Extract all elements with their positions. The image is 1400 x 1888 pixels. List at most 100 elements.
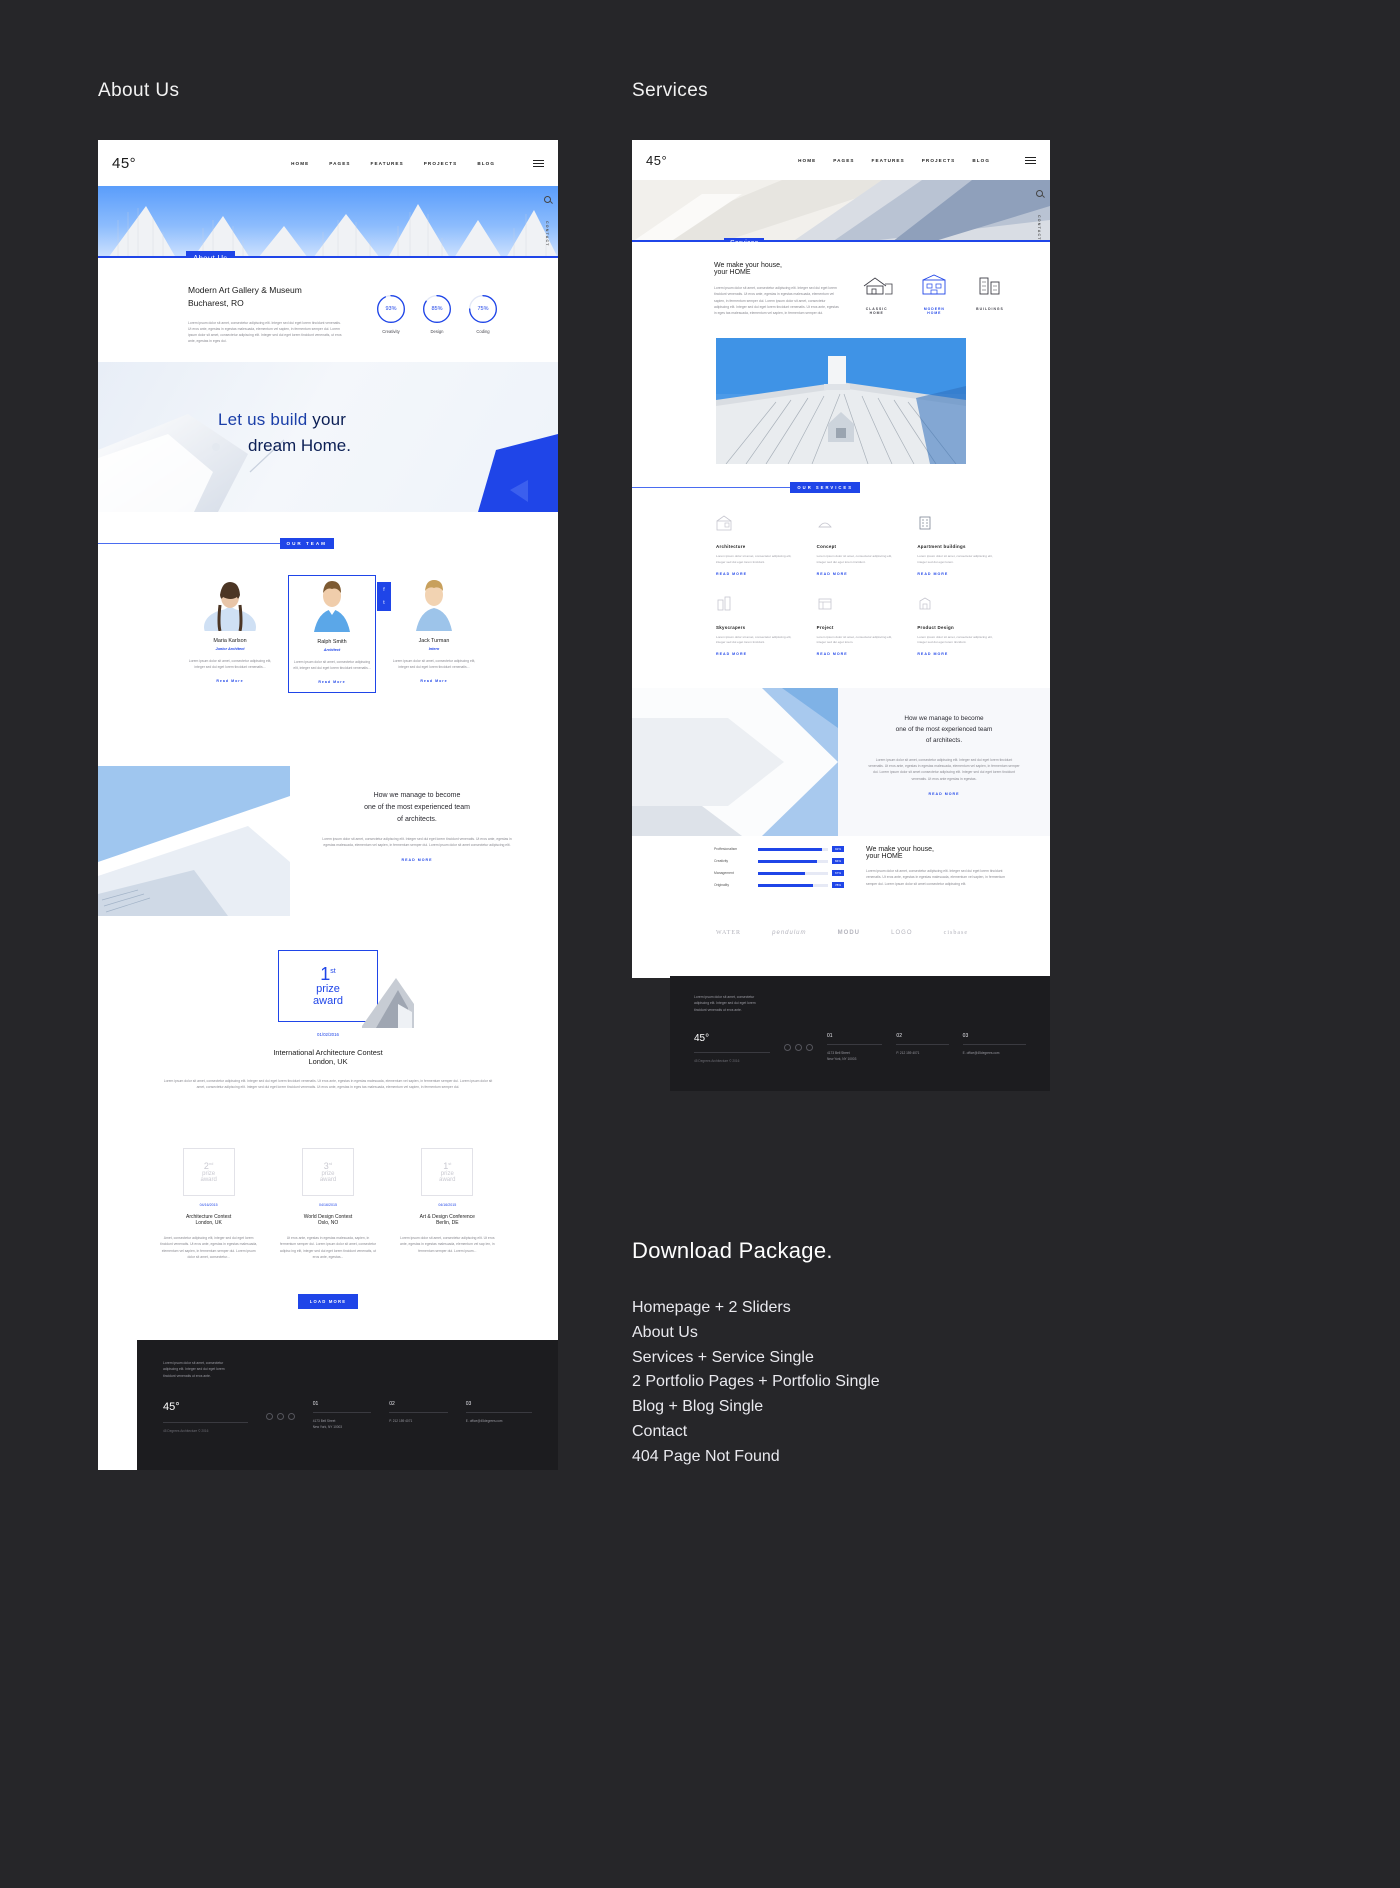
skill-value: 78% [831,882,844,888]
team-member-read-more[interactable]: Read More [291,680,373,684]
site-logo[interactable]: 45° [112,155,136,172]
home-type-label: MODERN HOME [923,307,945,315]
client-logo-generic[interactable]: LOGO [891,930,912,936]
service-card[interactable]: Product Design Lorem ipsum dolor sit ame… [917,596,1002,656]
nav-item-features[interactable]: FEATURES [872,158,905,163]
nav-item-blog[interactable]: BLOG [972,158,990,163]
email-prefix: E. [465,1419,469,1424]
manage-read-more[interactable]: READ MORE [316,858,518,862]
download-item[interactable]: About Us [632,1321,1132,1346]
side-rail-label[interactable]: CONTACT [545,221,549,247]
twitter-icon[interactable] [795,1044,802,1052]
facebook-icon[interactable]: f [383,587,384,593]
twitter-icon[interactable]: t [383,600,384,606]
download-item[interactable]: 2 Portfolio Pages + Portfolio Single [632,1370,1132,1395]
download-item[interactable]: Homepage + 2 Sliders [632,1296,1132,1321]
service-card[interactable]: Skyscrapers Lorem ipsum dolor sit amet, … [716,596,801,656]
manage-heading-l3: of architects. [397,815,437,823]
download-package-section: Download Package. Homepage + 2 Sliders A… [632,1238,1132,1470]
instagram-icon[interactable] [287,1413,295,1421]
download-item[interactable]: Services + Service Single [632,1346,1132,1371]
download-item[interactable]: Contact [632,1420,1132,1445]
nav-item-blog[interactable]: BLOG [477,161,495,166]
awards-grid: 2nd prize award 04/16/2015 Architecture … [98,1148,558,1260]
team-member-read-more[interactable]: Read More [186,679,274,683]
service-read-more[interactable]: READ MORE [716,652,801,656]
site-logo[interactable]: 45° [646,153,667,168]
client-logo-modu[interactable]: MODU [838,930,860,936]
service-card[interactable]: Apartment buildings Lorem ipsum dolor si… [917,515,1002,576]
service-card[interactable]: Concept Lorem ipsum dolor sit amet, cons… [817,515,902,576]
stat-label: Design [430,329,444,334]
services-intro: We make your house, your HOME Lorem ipsu… [632,242,1050,316]
download-item[interactable]: 404 Page Not Found [632,1445,1132,1470]
award-card[interactable]: 2nd prize award 04/16/2015 Architecture … [160,1148,257,1260]
client-logo-water[interactable]: WATER [716,930,741,936]
footer-logo[interactable]: 45° [694,1033,770,1044]
services-section-tag: OUR SERVICES [790,482,860,494]
home-type-modern[interactable]: MODERN HOME [917,274,952,316]
award-date: 04/16/2015 [438,1203,457,1207]
slogan-banner: Let us build your dream Home. [98,362,558,512]
skill-row: Management 67% [714,870,844,876]
service-card[interactable]: Architecture Lorem ipsum dolor sit amet,… [716,515,801,576]
award-ordinal: nd [208,1161,214,1166]
download-item[interactable]: Blog + Blog Single [632,1395,1132,1420]
nav-item-home[interactable]: HOME [798,158,816,163]
nav-item-features[interactable]: FEATURES [371,161,404,166]
phone-number[interactable]: 212 159 4071 [393,1419,413,1423]
nav-item-projects[interactable]: PROJECTS [424,161,458,166]
menu-toggle-icon[interactable] [1025,156,1036,164]
team-member-card[interactable]: f t Ralph Smith Architect Lorem ipsum do… [288,575,391,693]
footer-logo[interactable]: 45° [163,1401,248,1413]
footer-social [784,1044,813,1052]
hero-underline [632,240,1050,242]
home-type-buildings[interactable]: BUILDINGS [974,274,1006,316]
menu-toggle-icon[interactable] [533,159,544,167]
about-us-page-label: About Us [98,80,180,101]
skills-body: Lorem ipsum dolor sit amet, consectetur … [866,869,1006,886]
award-card[interactable]: 3rd prize award 04/16/2015 World Design … [279,1148,376,1260]
team-section: OUR TEAM Maria Karlson Junior Architect … [98,538,558,693]
service-read-more[interactable]: READ MORE [917,572,1002,576]
team-member-read-more[interactable]: Read More [390,679,478,683]
phone-number[interactable]: 212 159 4071 [900,1051,920,1055]
manage-read-more[interactable]: READ MORE [868,792,1020,796]
service-read-more[interactable]: READ MORE [817,652,902,656]
award-ordinal: st [448,1161,452,1166]
nav-item-pages[interactable]: PAGES [329,161,350,166]
manage-photo [632,688,838,836]
load-more-button[interactable]: LOAD MORE [297,1294,359,1309]
facebook-icon[interactable] [784,1044,791,1052]
email-address[interactable]: office@45degrees.com [470,1419,503,1423]
services-divider [632,487,791,489]
footer-copyright: 45 Degrees Architecture © 2016 [163,1429,209,1434]
email-address[interactable]: office@45degrees.com [967,1051,1000,1055]
award-date: 04/16/2015 [199,1203,218,1207]
main-navigation: HOME PAGES FEATURES PROJECTS BLOG [291,159,544,167]
skills-title-l1: We make your house, [866,846,934,853]
client-logo-cisbase[interactable]: cisbase [944,930,968,936]
instagram-icon[interactable] [806,1044,813,1052]
intro-section: Modern Art Gallery & Museum Bucharest, R… [98,258,558,345]
home-type-classic[interactable]: CLASSIC HOME [859,274,895,316]
nav-item-pages[interactable]: PAGES [833,158,854,163]
nav-item-projects[interactable]: PROJECTS [922,158,956,163]
twitter-icon[interactable] [276,1413,284,1421]
side-rail-label[interactable]: CONTACT [1037,215,1041,241]
facebook-icon[interactable] [265,1413,273,1421]
service-read-more[interactable]: READ MORE [917,652,1002,656]
team-member-role: Architect [323,648,341,652]
team-member-card[interactable]: Maria Karlson Junior Architect Lorem ips… [186,575,274,693]
award-card[interactable]: 1st prize award 04/16/2015 Art & Design … [399,1148,496,1260]
team-member-card[interactable]: Jack Turman Intern Lorem ipsum dolor sit… [390,575,478,693]
search-icon[interactable] [1035,190,1043,197]
client-logo-pendulum[interactable]: pendulum [772,930,806,936]
nav-item-home[interactable]: HOME [291,161,309,166]
team-section-tag: OUR TEAM [279,538,334,549]
service-read-more[interactable]: READ MORE [817,572,902,576]
search-icon[interactable] [543,196,551,203]
service-read-more[interactable]: READ MORE [716,572,801,576]
service-card[interactable]: Project Lorem ipsum dolor sit amet, cons… [817,596,902,656]
sydney-opera-silhouette [108,204,558,258]
